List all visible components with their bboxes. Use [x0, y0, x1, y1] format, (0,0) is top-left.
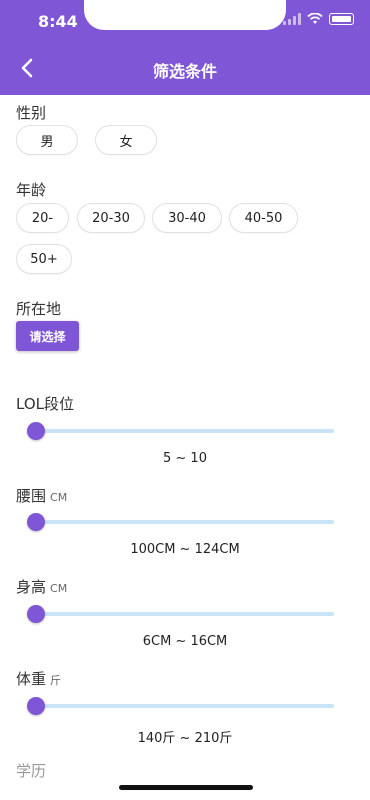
lol-rank-slider[interactable]: [27, 421, 334, 441]
age-option-under-20[interactable]: 20-: [16, 203, 69, 233]
age-option-30-40[interactable]: 30-40: [152, 203, 222, 233]
weight-slider[interactable]: [27, 696, 334, 716]
header: 8:44 筛选条件: [0, 0, 370, 95]
status-bar: 8:44: [0, 0, 370, 44]
waist-range: 100CM ~ 124CM: [130, 542, 240, 557]
signal-icon: [283, 13, 301, 25]
gender-option-male[interactable]: 男: [16, 125, 78, 155]
slider-track: [28, 429, 334, 433]
gender-option-female[interactable]: 女: [95, 125, 157, 155]
page-title: 筛选条件: [152, 62, 217, 81]
navigation-bar: 筛选条件: [0, 50, 370, 86]
weight-range: 140斤 ~ 210斤: [137, 731, 233, 746]
education-label: 学历: [16, 762, 47, 780]
height-range: 6CM ~ 16CM: [142, 634, 228, 649]
slider-thumb[interactable]: [27, 422, 45, 440]
status-icons: [283, 13, 354, 25]
home-indicator: [119, 785, 253, 790]
lol-rank-range: 5 ~ 10: [163, 451, 207, 466]
location-label: 所在地: [16, 300, 62, 318]
notch: [84, 0, 286, 30]
slider-thumb[interactable]: [27, 605, 45, 623]
wifi-icon: [307, 13, 323, 24]
age-option-20-30[interactable]: 20-30: [77, 203, 145, 233]
slider-track: [28, 612, 334, 616]
height-unit: CM: [50, 582, 68, 595]
status-time: 8:44: [38, 12, 78, 31]
slider-track: [28, 704, 334, 708]
waist-unit: CM: [50, 491, 68, 504]
waist-label: 腰围 CM: [16, 487, 68, 505]
slider-track: [28, 520, 334, 524]
location-select-button[interactable]: 请选择: [16, 321, 79, 351]
age-option-40-50[interactable]: 40-50: [229, 203, 298, 233]
weight-label: 体重斤: [16, 670, 62, 688]
slider-thumb[interactable]: [27, 513, 45, 531]
age-label: 年龄: [16, 181, 47, 199]
height-slider[interactable]: [27, 604, 334, 624]
lol-rank-label: LOL段位: [16, 395, 74, 413]
slider-thumb[interactable]: [27, 697, 45, 715]
age-option-50-plus[interactable]: 50+: [16, 244, 72, 274]
height-label: 身高 CM: [16, 578, 68, 596]
weight-unit: 斤: [50, 674, 62, 687]
battery-icon: [329, 13, 354, 25]
waist-slider[interactable]: [27, 512, 334, 532]
gender-label: 性别: [16, 104, 47, 122]
